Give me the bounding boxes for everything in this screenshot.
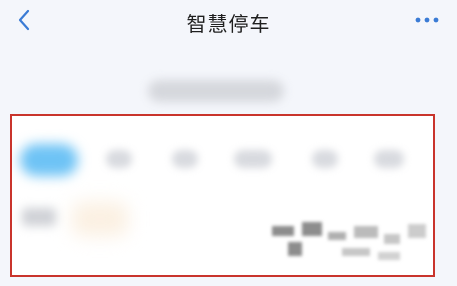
obscured-highlight (72, 202, 128, 236)
more-button[interactable] (411, 6, 443, 34)
more-dots-icon (415, 17, 439, 23)
tab-6[interactable] (374, 150, 404, 168)
tab-1[interactable] (20, 144, 78, 176)
obscured-subtitle (148, 80, 284, 102)
nav-bar: 智慧停车 (0, 0, 457, 44)
tab-3[interactable] (172, 150, 198, 168)
tab-5[interactable] (312, 150, 338, 168)
watermark (258, 212, 434, 272)
tab-row (12, 142, 433, 178)
tab-4[interactable] (234, 150, 272, 168)
page-title: 智慧停车 (186, 12, 271, 36)
tab-2[interactable] (106, 150, 132, 168)
obscured-label (22, 208, 56, 226)
